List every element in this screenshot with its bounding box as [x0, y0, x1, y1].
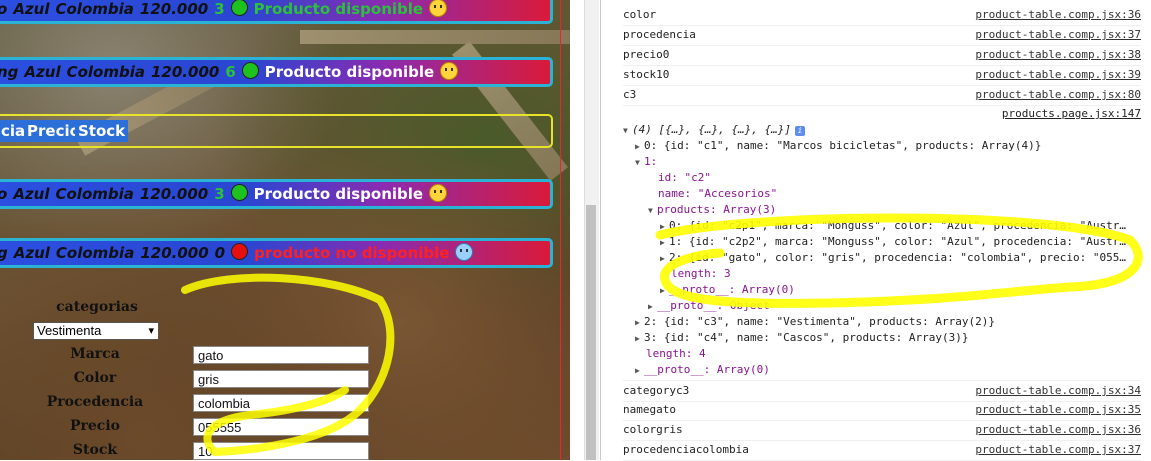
tree-node[interactable]: ▶ __proto__: Array(0)	[635, 362, 770, 378]
console-log-line: procedenciacolombia product-table.comp.js…	[623, 440, 1141, 461]
log-text: color	[623, 8, 657, 21]
products-app-viewport: oAzulColombia120.0003Producto disponible…	[0, 0, 570, 460]
log-text: categoryc3	[623, 384, 690, 397]
log-source-link[interactable]: product-table.comp.jsx:35	[975, 400, 1141, 420]
log-source-link[interactable]: product-table.comp.jsx:38	[975, 45, 1141, 65]
collapsed-triangle-icon[interactable]: ▶	[635, 363, 644, 379]
array-summary[interactable]: ▼ (4) [{…}, {…}, {…}, {…}] i	[623, 122, 805, 138]
log-source-link[interactable]: product-table.comp.jsx:37	[975, 25, 1141, 45]
tree-node[interactable]: ▼ 1:	[635, 154, 657, 170]
yellow-annotation-left	[181, 273, 395, 457]
log-source-link[interactable]: product-table.comp.jsx:36	[975, 5, 1141, 25]
console-log-line: c3 product-table.comp.jsx:80	[623, 85, 1141, 106]
log-source-link[interactable]: product-table.comp.jsx:36	[975, 420, 1141, 440]
collapsed-triangle-icon[interactable]: ▶	[635, 331, 644, 347]
log-text: c3	[623, 88, 637, 101]
console-log-line: colorgris product-table.comp.jsx:36	[623, 420, 1141, 441]
log-text: procedencia	[623, 28, 696, 41]
console-log-line: procedencia product-table.comp.jsx:37	[623, 25, 1141, 46]
log-source-link[interactable]: products.page.jsx:147	[1002, 106, 1141, 122]
tree-node-text: 0: {id: "c1", name: "Marcos bicicletas",…	[644, 139, 1042, 152]
tree-node-text: 1:	[644, 155, 658, 168]
tree-node[interactable]: ▶ 0: {id: "c1", name: "Marcos bicicletas"…	[635, 138, 1041, 154]
console-log-line: precio0 product-table.comp.jsx:38	[623, 45, 1141, 66]
tree-node-text: 2: {id: "c3", name: "Vestimenta", produc…	[644, 315, 995, 328]
log-text: precio0	[623, 48, 670, 61]
expanded-triangle-icon[interactable]: ▼	[623, 123, 632, 139]
array-summary-text: (4) [{…}, {…}, {…}, {…}]	[632, 123, 791, 136]
tree-node-text: __proto__: Array(0)	[644, 363, 770, 376]
tree-node: length: 4	[646, 347, 706, 360]
expanded-triangle-icon[interactable]: ▼	[635, 155, 644, 171]
tree-node[interactable]: ▶ 3: {id: "c4", name: "Cascos", products:…	[635, 330, 969, 346]
yellow-annotation-right	[655, 213, 1143, 308]
tree-node[interactable]: ▶ 2: {id: "c3", name: "Vestimenta", produ…	[635, 314, 995, 330]
scrollbar-thumb[interactable]	[586, 205, 596, 460]
log-source-link[interactable]: product-table.comp.jsx:80	[975, 85, 1141, 105]
tree-node: id: "c2"	[658, 171, 711, 184]
info-icon: i	[794, 126, 805, 136]
console-log-line: categoryc3 product-table.comp.jsx:34	[623, 380, 1141, 402]
red-guide-line	[560, 0, 561, 460]
console-log-line: namegato product-table.comp.jsx:35	[623, 400, 1141, 421]
tree-node-text: 3: {id: "c4", name: "Cascos", products: …	[644, 331, 969, 344]
console-log-line: stock10 product-table.comp.jsx:39	[623, 65, 1141, 86]
log-source-link[interactable]: product-table.comp.jsx:34	[975, 381, 1141, 401]
log-text: namegato	[623, 403, 676, 416]
log-text: procedenciacolombia	[623, 443, 749, 456]
log-text: stock10	[623, 68, 670, 81]
log-text: colorgris	[623, 423, 683, 436]
log-source-link[interactable]: product-table.comp.jsx:37	[975, 440, 1141, 460]
tree-node: name: "Accesorios"	[658, 187, 778, 200]
console-log-line: color product-table.comp.jsx:36	[623, 5, 1141, 26]
collapsed-triangle-icon[interactable]: ▶	[635, 139, 644, 155]
collapsed-triangle-icon[interactable]: ▶	[635, 315, 644, 331]
log-source-link[interactable]: product-table.comp.jsx:39	[975, 65, 1141, 85]
